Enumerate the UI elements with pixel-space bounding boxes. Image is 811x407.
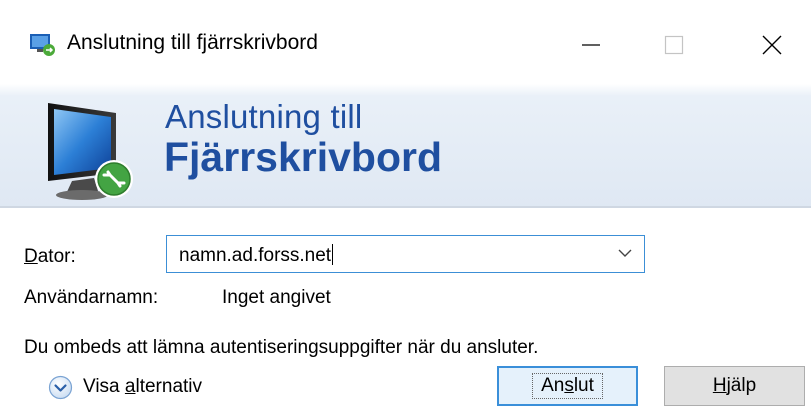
connect-label-pre: An <box>541 375 565 396</box>
banner-title-line2: Fjärrskrivbord <box>164 134 442 180</box>
window-title: Anslutning till fjärrskrivbord <box>67 31 318 54</box>
close-icon <box>762 35 782 55</box>
banner-title-line1: Anslutning till <box>165 98 363 135</box>
help-button-label: Hjälp <box>713 375 756 397</box>
chevron-down-icon[interactable] <box>618 248 632 258</box>
maximize-button[interactable] <box>644 22 704 68</box>
show-options-label[interactable]: Visa alternativ <box>83 376 202 398</box>
username-label: Användarnamn: <box>24 287 159 308</box>
title-bar: Anslutning till fjärrskrivbord <box>0 0 811 84</box>
computer-input[interactable]: namn.ad.forss.net <box>179 244 334 267</box>
help-button[interactable]: Hjälp <box>664 366 805 406</box>
minimize-button[interactable] <box>561 22 621 68</box>
help-label-post: jälp <box>726 375 757 396</box>
help-accelerator: H <box>712 375 727 396</box>
text-caret <box>332 244 334 265</box>
connect-button[interactable]: Anslut <box>497 366 638 406</box>
computer-label-text: ator: <box>37 246 76 267</box>
banner-divider <box>0 206 811 208</box>
computer-input-value: namn.ad.forss.net <box>179 245 332 266</box>
show-options-label-pre: Visa <box>83 376 125 397</box>
show-options-label-post: lternativ <box>135 376 203 397</box>
close-button[interactable] <box>742 22 802 68</box>
connect-button-label: Anslut <box>532 373 603 399</box>
computer-combobox[interactable]: namn.ad.forss.net <box>166 235 645 273</box>
show-options-accelerator: a <box>124 376 136 397</box>
monitor-remote-icon <box>48 103 133 200</box>
computer-label: Dator: <box>24 246 76 268</box>
remote-desktop-icon <box>30 34 55 56</box>
connect-accelerator: s <box>564 375 574 396</box>
connect-label-post: lut <box>573 375 594 396</box>
credentials-notice: Du ombeds att lämna autentiseringsuppgif… <box>24 337 539 358</box>
chevron-down-circle-icon[interactable] <box>48 375 73 400</box>
computer-label-accelerator: D <box>24 246 38 267</box>
maximize-icon <box>664 35 684 55</box>
show-options-toggle[interactable]: Visa alternativ <box>48 370 202 404</box>
minimize-icon <box>582 44 600 46</box>
username-value: Inget angivet <box>222 287 331 308</box>
